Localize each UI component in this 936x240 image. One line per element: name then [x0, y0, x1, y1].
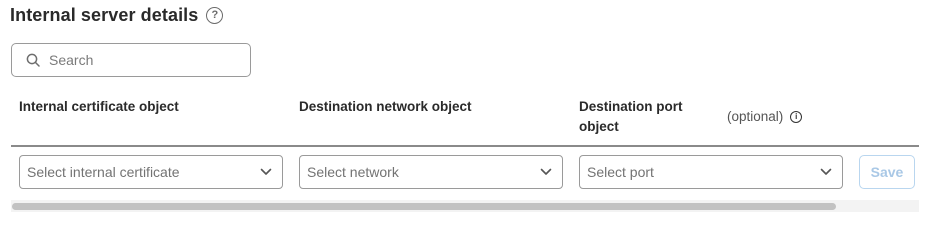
help-icon[interactable]: ?: [206, 6, 224, 24]
chevron-down-icon: [820, 168, 832, 175]
header-divider: [11, 145, 919, 147]
chevron-down-icon: [260, 168, 272, 175]
destination-network-select[interactable]: Select network: [299, 155, 563, 189]
destination-port-placeholder: Select port: [587, 164, 654, 180]
destination-network-placeholder: Select network: [307, 164, 399, 180]
internal-certificate-select[interactable]: Select internal certificate: [19, 155, 283, 189]
column-header-internal-certificate: Internal certificate object: [19, 99, 179, 114]
search-field[interactable]: [11, 43, 251, 77]
destination-port-select[interactable]: Select port: [579, 155, 843, 189]
search-icon: [26, 53, 40, 67]
save-button[interactable]: Save: [859, 155, 915, 189]
optional-label: (optional) i: [727, 107, 803, 127]
horizontal-scrollbar[interactable]: [11, 200, 919, 212]
column-header-destination-port: Destination port object: [579, 99, 683, 134]
search-input[interactable]: [49, 52, 229, 68]
optional-text: (optional): [727, 109, 784, 124]
section-header: Internal server details ?: [10, 4, 224, 26]
chevron-down-icon: [540, 168, 552, 175]
column-header-destination-network: Destination network object: [299, 99, 472, 114]
internal-certificate-placeholder: Select internal certificate: [27, 164, 180, 180]
section-title: Internal server details: [10, 4, 199, 25]
info-icon[interactable]: i: [790, 111, 803, 123]
scrollbar-thumb[interactable]: [12, 203, 836, 210]
